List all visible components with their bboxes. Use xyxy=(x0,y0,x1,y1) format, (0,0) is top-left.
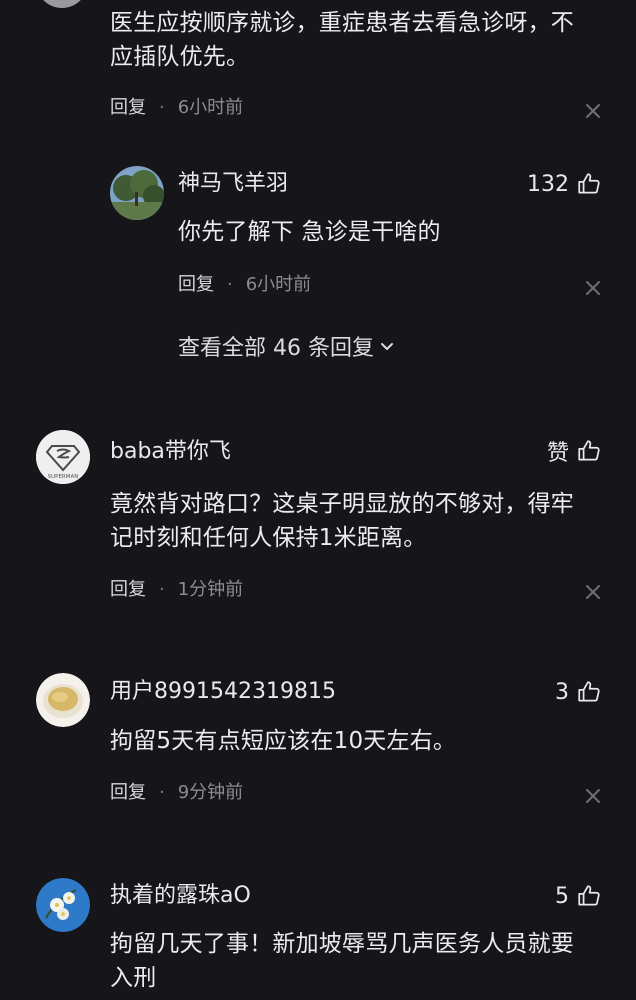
thumbs-up-icon xyxy=(578,440,600,461)
close-icon[interactable] xyxy=(583,101,603,121)
comment-meta: 回复 · 1分钟前 xyxy=(110,577,243,603)
avatar[interactable] xyxy=(36,673,90,727)
like-count: 132 xyxy=(527,171,569,197)
username[interactable]: 神马飞羊羽 xyxy=(178,169,288,199)
comment-text: 拘留5天有点短应该在10天左右。 xyxy=(110,724,610,758)
thumbs-up-icon xyxy=(578,173,600,194)
comment-meta: 回复 · 6小时前 xyxy=(110,95,243,121)
comment-time: 6小时前 xyxy=(177,97,244,118)
comment-time: 9分钟前 xyxy=(177,782,244,803)
like-button[interactable]: 132 xyxy=(527,169,602,199)
comment-text: 竟然背对路口？这桌子明显放的不够对，得牢 记时刻和任何人保持1米距离。 xyxy=(110,487,610,555)
comment-time: 1分钟前 xyxy=(177,579,244,600)
chevron-down-icon xyxy=(380,343,393,350)
separator-dot: · xyxy=(159,782,165,803)
reply-button[interactable]: 回复 xyxy=(110,780,146,806)
avatar[interactable]: SUPERMAN xyxy=(36,430,90,484)
separator-dot: · xyxy=(227,274,233,295)
view-all-replies-label: 查看全部 46 条回复 xyxy=(178,336,374,361)
close-icon[interactable] xyxy=(583,582,603,602)
close-icon[interactable] xyxy=(583,278,603,298)
comment-feed: 医生应按顺序就诊，重症患者去看急诊呀，不 应插队优先。 回复 · 6小时前 神马… xyxy=(0,0,636,1000)
avatar-text: SUPERMAN xyxy=(48,474,79,480)
like-count: 赞 xyxy=(546,441,569,466)
thumbs-up-icon xyxy=(578,681,600,702)
comment-text: 医生应按顺序就诊，重症患者去看急诊呀，不 应插队优先。 xyxy=(110,6,610,74)
username[interactable]: 用户8991542319815 xyxy=(110,677,336,707)
reply-button[interactable]: 回复 xyxy=(110,577,146,603)
comment-text-line: 入刑 xyxy=(110,965,157,991)
like-count: 5 xyxy=(555,883,569,909)
reply-meta: 回复 · 6小时前 xyxy=(178,272,311,298)
reply-avatar[interactable] xyxy=(110,166,164,220)
thumbs-up-icon xyxy=(578,885,600,906)
avatar[interactable] xyxy=(36,0,88,8)
comment-text-line: 竟然背对路口？这桌子明显放的不够对，得牢 xyxy=(110,491,574,517)
like-count: 3 xyxy=(555,679,569,705)
view-all-replies-button[interactable]: 查看全部 46 条回复 xyxy=(178,330,396,362)
comment-text-line: 应插队优先。 xyxy=(110,44,250,70)
reply-time: 6小时前 xyxy=(245,274,312,295)
close-icon[interactable] xyxy=(583,786,603,806)
comment-text-line: 医生应按顺序就诊，重症患者去看急诊呀，不 xyxy=(110,10,574,36)
reply-text: 你先了解下 急诊是干啥的 xyxy=(178,219,441,245)
like-button[interactable]: 赞 xyxy=(547,436,602,466)
separator-dot: · xyxy=(159,579,165,600)
comment-text-line: 记时刻和任何人保持1米距离。 xyxy=(110,525,427,551)
username[interactable]: 执着的露珠aO xyxy=(110,881,251,911)
reply-button[interactable]: 回复 xyxy=(178,272,214,298)
reply-button[interactable]: 回复 xyxy=(110,95,146,121)
username[interactable]: baba带你飞 xyxy=(110,437,231,467)
like-button[interactable]: 5 xyxy=(555,881,602,911)
like-button[interactable]: 3 xyxy=(555,677,602,707)
avatar[interactable] xyxy=(36,878,90,932)
separator-dot: · xyxy=(159,97,165,118)
comment-text-line: 拘留5天有点短应该在10天左右。 xyxy=(110,728,457,754)
comment-meta: 回复 · 9分钟前 xyxy=(110,780,243,806)
comment-text-line: 拘留几天了事！新加坡辱骂几声医务人员就要 xyxy=(110,931,574,957)
comment-text: 拘留几天了事！新加坡辱骂几声医务人员就要 入刑 xyxy=(110,927,610,995)
